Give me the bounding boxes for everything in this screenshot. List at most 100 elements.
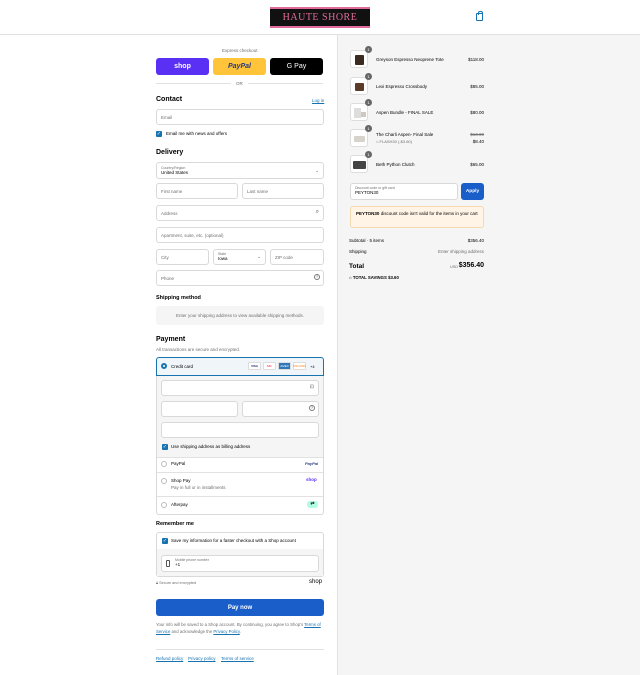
mobile-phone-field[interactable]: Mobile phone number +1: [161, 555, 319, 572]
visa-icon: VISA: [248, 362, 261, 370]
total-value: $356.40: [458, 262, 484, 269]
card-number-field[interactable]: ⊡: [161, 380, 319, 396]
discount-warning: PEYTON30 discount code isn't valid for t…: [350, 206, 484, 228]
shipping-method-heading: Shipping method: [156, 295, 201, 301]
address-placeholder: Address: [161, 211, 178, 216]
privacy-policy-footer-link[interactable]: Privacy policy: [188, 656, 216, 661]
phone-field[interactable]: Phone?: [156, 270, 324, 286]
refund-policy-link[interactable]: Refund policy: [156, 656, 183, 661]
product-price: $85.00: [470, 84, 484, 89]
last-name-field[interactable]: Last name: [242, 183, 324, 199]
chevron-down-icon: ⌄: [257, 254, 261, 259]
country-value: United States: [161, 170, 189, 175]
city-field[interactable]: City: [156, 249, 209, 265]
privacy-policy-link[interactable]: Privacy Policy: [213, 629, 239, 634]
security-code-field[interactable]: ?: [242, 401, 319, 417]
savings-value: $3.60: [388, 275, 399, 280]
savings-tag-icon: ⌂: [349, 275, 352, 280]
last-name-placeholder: Last name: [247, 189, 269, 194]
quantity-badge: 1: [365, 46, 372, 53]
paypal-express-button[interactable]: PayPal: [213, 58, 266, 75]
paypal-radio[interactable]: [161, 461, 167, 467]
search-icon: ⌕: [315, 209, 319, 215]
country-select[interactable]: Country/Region United States ⌄: [156, 162, 324, 179]
state-value: Iowa: [218, 256, 228, 261]
name-on-card-field[interactable]: [161, 422, 319, 438]
paypal-label: PayPal: [228, 63, 251, 70]
order-summary: [337, 35, 640, 675]
shop-pay-label: Shop Pay: [171, 478, 191, 483]
product-name: Beth Python Clutch: [376, 162, 415, 167]
billing-same-label: Use shipping address as billing address: [171, 444, 251, 449]
quantity-badge: 1: [365, 73, 372, 80]
address-field[interactable]: Address ⌕: [156, 205, 324, 221]
contact-heading: Contact: [156, 96, 183, 103]
discount-code-field[interactable]: Discount code or gift card PEYTON30: [350, 183, 458, 200]
shipping-method-message: Enter your shipping address to view avai…: [175, 313, 305, 318]
product-image: [350, 77, 368, 95]
quantity-badge: 1: [365, 151, 372, 158]
shipping-label: Shipping: [349, 249, 367, 254]
product-image: [350, 129, 368, 147]
payment-heading: Payment: [156, 336, 186, 343]
currency-label: USD: [450, 265, 459, 269]
product-image: [350, 50, 368, 68]
discount-tag: ⌂ FLASH30 (-$3.60): [376, 139, 412, 144]
shipping-value: Enter shipping address: [437, 249, 484, 254]
or-divider: OR: [236, 81, 243, 86]
news-checkbox[interactable]: ✓: [156, 131, 162, 137]
savings-label: TOTAL SAVINGS: [352, 275, 387, 280]
first-name-field[interactable]: First name: [156, 183, 238, 199]
mobile-phone-value: +1: [175, 562, 181, 567]
terms-end: .: [239, 629, 241, 634]
pay-now-label: Pay now: [227, 604, 253, 611]
mobile-phone-icon: [166, 560, 170, 567]
city-placeholder: City: [161, 255, 169, 260]
expiration-field[interactable]: [161, 401, 238, 417]
secure-label: Secure and encrypted: [159, 581, 197, 585]
product-price: $8.40: [472, 139, 484, 144]
product-price: $65.00: [470, 162, 484, 167]
mastercard-icon: MC: [263, 362, 276, 370]
quantity-badge: 1: [365, 99, 372, 106]
apply-button[interactable]: Apply: [461, 183, 484, 200]
shopping-bag-icon[interactable]: [476, 11, 483, 21]
shop-pay-radio[interactable]: [161, 478, 167, 484]
header: HAUTE SHORE: [0, 0, 640, 35]
product-image: [350, 103, 368, 121]
lock-icon: ⊡: [309, 384, 314, 390]
shop-pay-logo: shop: [306, 477, 317, 482]
store-logo[interactable]: HAUTE SHORE: [270, 7, 370, 28]
save-info-checkbox[interactable]: ✓: [162, 538, 168, 544]
zip-field[interactable]: ZIP code: [270, 249, 324, 265]
credit-card-radio[interactable]: [161, 363, 167, 369]
zip-placeholder: ZIP code: [275, 255, 293, 260]
shop-pay-express-button[interactable]: shop: [156, 58, 209, 75]
delivery-heading: Delivery: [156, 149, 184, 156]
state-select[interactable]: State Iowa ⌄: [213, 249, 266, 265]
warning-code: PEYTON30: [356, 211, 380, 216]
billing-same-checkbox[interactable]: ✓: [162, 444, 168, 450]
help-icon[interactable]: ?: [309, 405, 315, 411]
product-name: Greyson Espresso Neoprene Tote: [376, 57, 444, 62]
google-pay-label: G Pay: [286, 63, 307, 70]
product-name: The Charli Aspen- Final Sale: [376, 132, 434, 137]
help-icon[interactable]: ?: [314, 274, 320, 280]
product-name: Aspen Bundle - FINAL SALE: [376, 110, 434, 115]
terms-of-service-footer-link[interactable]: Terms of service: [221, 656, 254, 661]
secure-encrypted-text: 🔒︎ Secure and encrypted: [156, 581, 197, 585]
more-cards-badge: +4: [310, 364, 315, 369]
original-price: $13.00: [470, 132, 484, 137]
google-pay-button[interactable]: G Pay: [270, 58, 323, 75]
pay-now-button[interactable]: Pay now: [156, 599, 324, 616]
login-link[interactable]: Log in: [312, 98, 324, 103]
shop-pay-sublabel: Pay in full or in installments: [171, 485, 226, 490]
warning-text: discount code isn't valid for the items …: [380, 211, 478, 216]
afterpay-radio[interactable]: [161, 502, 167, 508]
paypal-option-label: PayPal: [171, 461, 186, 466]
apartment-placeholder: Apartment, suite, etc. (optional): [161, 233, 224, 238]
product-image: [350, 155, 368, 173]
email-field[interactable]: Email: [156, 109, 324, 125]
afterpay-icon: ⇄: [307, 501, 318, 508]
apartment-field[interactable]: Apartment, suite, etc. (optional): [156, 227, 324, 243]
